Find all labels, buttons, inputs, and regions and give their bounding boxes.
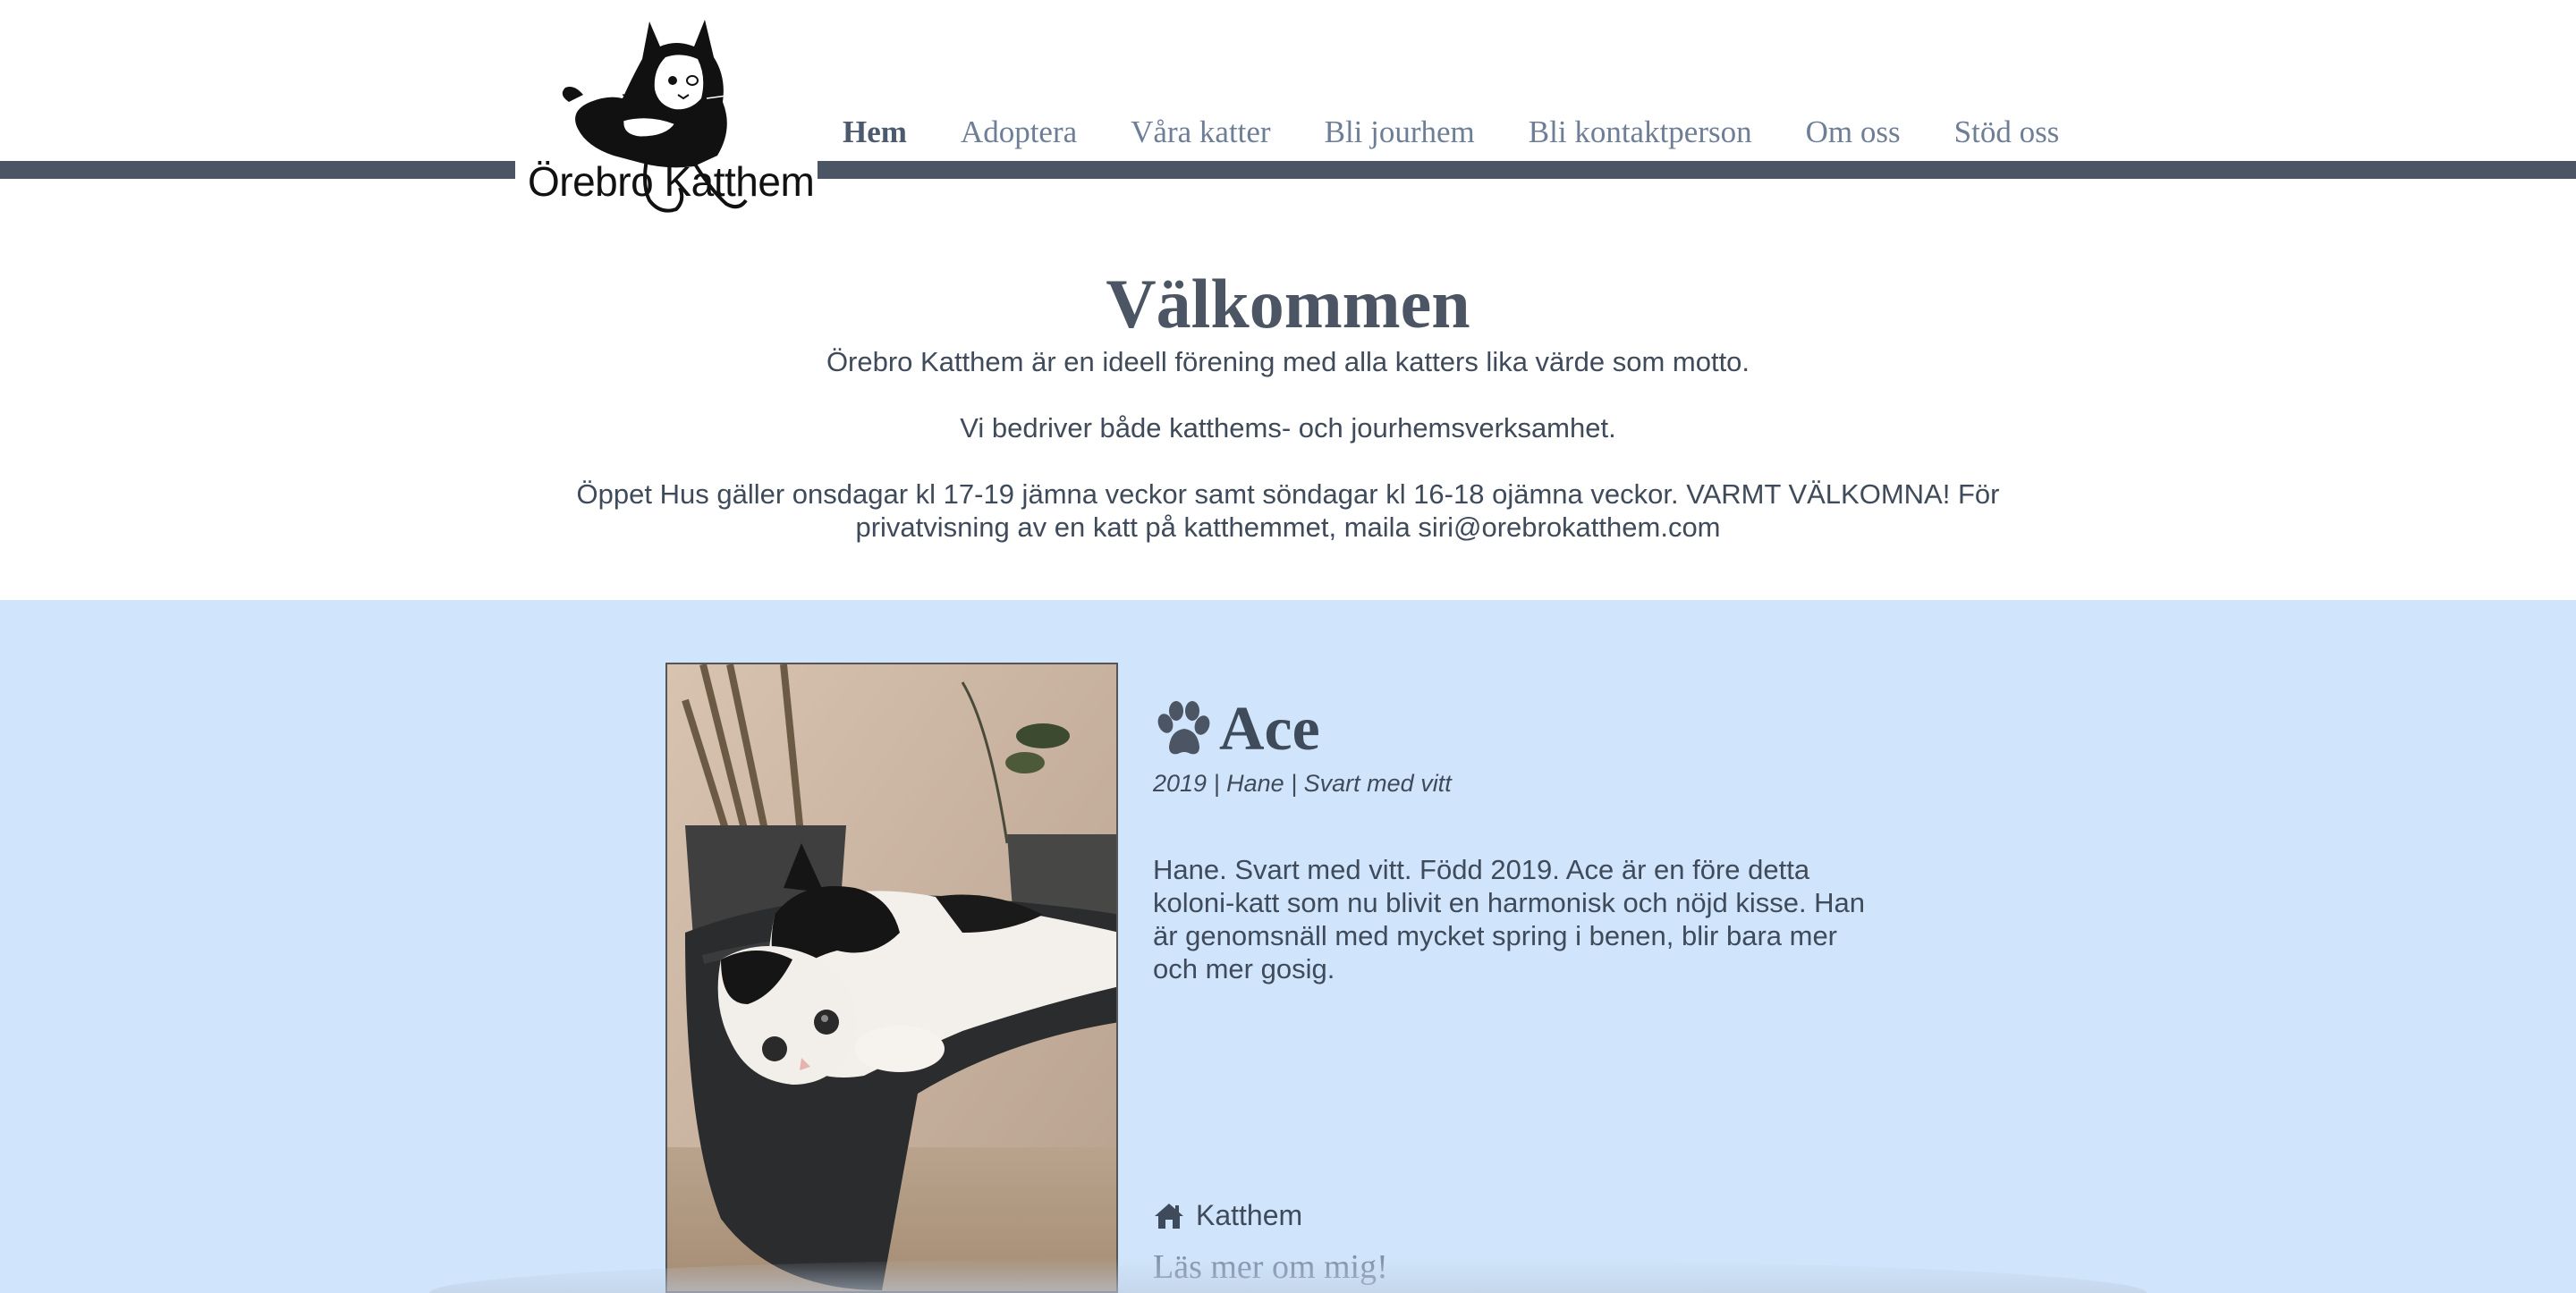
nav-item-om-oss[interactable]: Om oss bbox=[1806, 114, 1901, 150]
welcome-intro: Örebro Katthem är en ideell förening med… bbox=[826, 346, 1750, 377]
nav-item-hem[interactable]: Hem bbox=[843, 114, 907, 150]
main-nav: Hem Adoptera Våra katter Bli jourhem Bli… bbox=[816, 106, 2086, 159]
cat-photo-image bbox=[667, 664, 1116, 1291]
nav-bar-stripe bbox=[0, 161, 2576, 179]
logo-text: Örebro Katthem bbox=[528, 158, 815, 205]
nav-item-stod-oss[interactable]: Stöd oss bbox=[1954, 114, 2060, 150]
cat-info: Ace 2019 | Hane | Svart med vitt Hane. S… bbox=[1153, 689, 1886, 1286]
cat-photo[interactable] bbox=[665, 663, 1118, 1293]
welcome-title: Välkommen bbox=[1106, 265, 1470, 342]
home-icon bbox=[1155, 1203, 1183, 1229]
nav-item-adoptera[interactable]: Adoptera bbox=[961, 114, 1077, 150]
cat-location-label: Katthem bbox=[1196, 1199, 1303, 1231]
paw-icon bbox=[1157, 701, 1210, 755]
cat-name: Ace bbox=[1219, 695, 1320, 764]
nav-item-bli-kontaktperson[interactable]: Bli kontaktperson bbox=[1529, 114, 1752, 150]
cat-name-row: Ace bbox=[1153, 689, 1886, 770]
nav-item-vara-katter[interactable]: Våra katter bbox=[1131, 114, 1270, 150]
welcome-activities: Vi bedriver både katthems- och jourhemsv… bbox=[960, 412, 1616, 444]
nav-item-bli-jourhem[interactable]: Bli jourhem bbox=[1325, 114, 1475, 150]
cat-meta: 2019 | Hane | Svart med vitt bbox=[1153, 770, 1452, 797]
welcome-open-house: Öppet Hus gäller onsdagar kl 17-19 jämna… bbox=[576, 478, 2000, 543]
site-logo[interactable]: Örebro Katthem bbox=[515, 13, 818, 224]
featured-cat-section: Ace 2019 | Hane | Svart med vitt Hane. S… bbox=[0, 600, 2576, 1293]
cat-location: Katthem bbox=[1153, 1199, 1302, 1232]
cat-description: Hane. Svart med vitt. Född 2019. Ace är … bbox=[1153, 854, 1866, 985]
site-header: Örebro Katthem Hem Adoptera Våra katter … bbox=[0, 0, 2576, 232]
welcome-section: Välkommen Örebro Katthem är en ideell fö… bbox=[0, 259, 2576, 544]
